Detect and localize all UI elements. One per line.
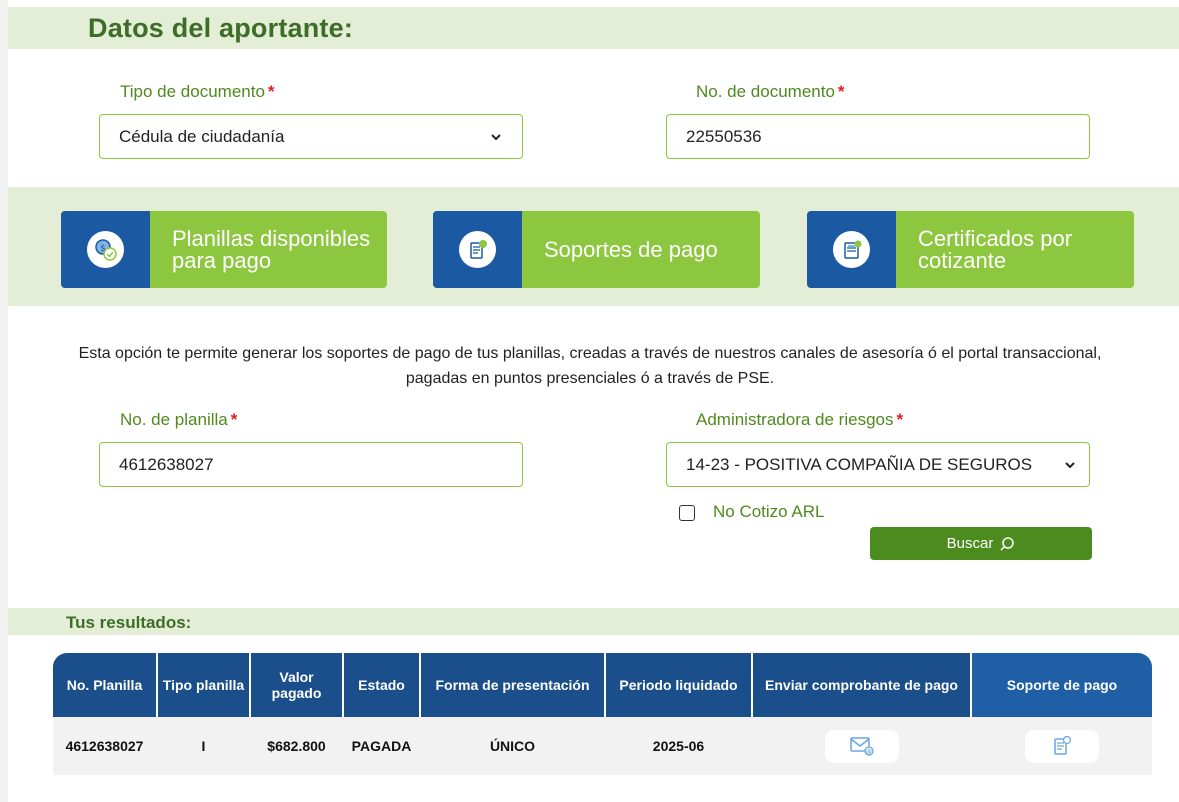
certificados-label: Certificados por cotizante <box>918 225 1073 273</box>
soportes-de-pago-label: Soportes de pago <box>544 236 718 262</box>
svg-text:@: @ <box>866 749 872 756</box>
cell-soporte <box>972 717 1152 775</box>
doc-type-select[interactable]: Cédula de ciudadanía <box>99 114 523 159</box>
cell-planilla: 4612638027 <box>65 738 144 754</box>
planilla-input[interactable]: 4612638027 <box>99 442 523 487</box>
doc-number-label: No. de documento * <box>696 82 845 101</box>
search-button[interactable]: Buscar <box>870 527 1092 560</box>
header-estado: Estado <box>344 653 419 717</box>
cell-enviar: @ <box>753 717 970 775</box>
soportes-de-pago-button[interactable]: Soportes de pago <box>433 211 760 288</box>
cell-forma: ÚNICO <box>489 738 536 754</box>
cell-tipo: I <box>201 738 206 754</box>
header-tipo-planilla: Tipo planilla <box>158 653 249 717</box>
results-header: Tus resultados: <box>8 608 1179 635</box>
header-enviar-comprobante: Enviar comprobante de pago <box>753 653 970 717</box>
chevron-down-icon <box>491 133 501 140</box>
results-table: No. Planilla Tipo planilla Valor pagado … <box>53 653 1152 775</box>
header-soporte-pago: Soporte de pago <box>972 653 1152 717</box>
header-periodo-liquidado: Periodo liquidado <box>606 653 751 717</box>
cell-valor: $682.800 <box>267 738 326 754</box>
no-cotizo-arl-label: No Cotizo ARL <box>713 502 825 521</box>
planillas-disponibles-label: Planillas disponibles para pago <box>172 225 371 273</box>
money-check-icon: $ <box>87 231 124 268</box>
certificate-icon <box>833 231 870 268</box>
arl-select[interactable]: 14-23 - POSITIVA COMPAÑIA DE SEGUROS <box>666 442 1090 487</box>
no-cotizo-arl-checkbox[interactable] <box>679 505 695 521</box>
description-text: Esta opción te permite generar los sopor… <box>78 345 1102 387</box>
certificados-por-cotizante-button[interactable]: Certificados por cotizante <box>807 211 1134 288</box>
cell-estado: PAGADA <box>351 738 412 754</box>
doc-number-input[interactable]: 22550536 <box>666 114 1090 159</box>
doc-type-label: Tipo de documento * <box>120 82 275 101</box>
email-icon: @ <box>849 737 874 756</box>
table-header: No. Planilla Tipo planilla Valor pagado … <box>53 653 1152 717</box>
send-email-button[interactable]: @ <box>824 729 899 763</box>
table-row: 4612638027 I $682.800 PAGADA ÚNICO 2025-… <box>53 717 1152 775</box>
header-forma-presentacion: Forma de presentación <box>421 653 604 717</box>
header-valor-pagado: Valor pagado <box>251 653 342 717</box>
cell-periodo: 2025-06 <box>652 738 705 754</box>
header-no-planilla: No. Planilla <box>53 653 156 717</box>
arl-label: Administradora de riesgos * <box>696 410 904 429</box>
section-title: Datos del aportante: <box>88 13 354 43</box>
planilla-label: No. de planilla * <box>120 410 238 429</box>
section-header: Datos del aportante: <box>8 7 1179 49</box>
chevron-down-icon <box>1065 461 1075 468</box>
download-soporte-button[interactable] <box>1025 729 1099 763</box>
search-icon <box>1000 536 1015 551</box>
planillas-disponibles-button[interactable]: $ Planillas disponibles para pago <box>61 211 387 288</box>
receipt-icon <box>1054 735 1072 755</box>
left-edge <box>0 0 8 802</box>
receipt-icon <box>459 231 496 268</box>
search-button-label: Buscar <box>946 535 994 552</box>
results-title: Tus resultados: <box>66 613 192 632</box>
